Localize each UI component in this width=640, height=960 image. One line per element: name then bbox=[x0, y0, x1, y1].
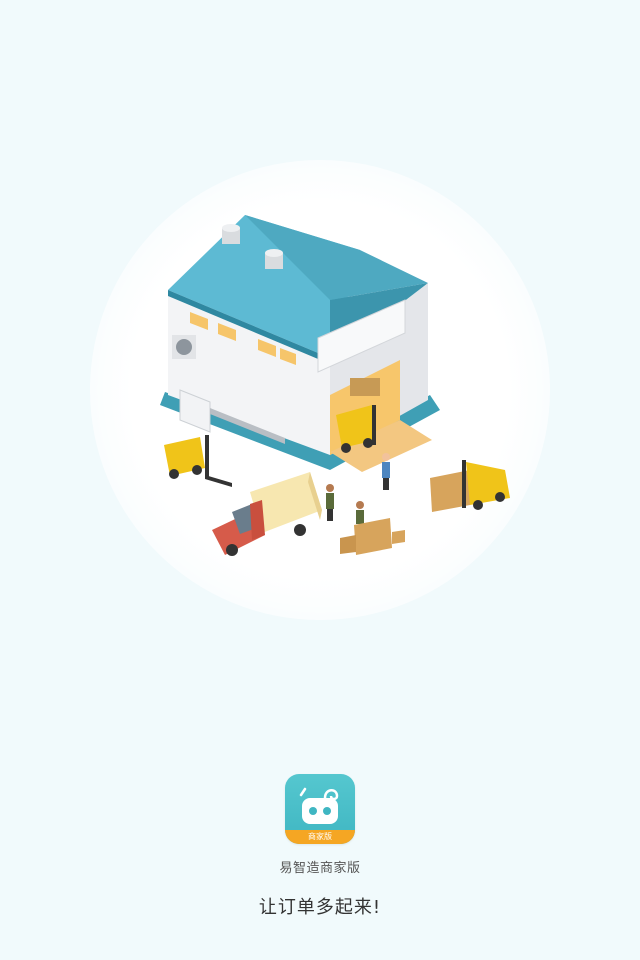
fan-icon bbox=[176, 339, 192, 355]
roof-vent-top bbox=[222, 224, 240, 232]
worker bbox=[382, 453, 390, 490]
app-icon: 商家版 bbox=[285, 774, 355, 844]
stacked-pallet bbox=[350, 378, 380, 396]
worker bbox=[326, 484, 334, 521]
roof-vent-top bbox=[265, 249, 283, 257]
app-name: 易智造商家版 bbox=[279, 861, 361, 876]
forklift bbox=[164, 435, 232, 487]
worker bbox=[356, 501, 364, 524]
forklift bbox=[430, 460, 510, 512]
app-badge: 商家版 bbox=[285, 830, 355, 844]
cardboard-boxes bbox=[340, 518, 405, 555]
slogan: 让订单多起来! bbox=[258, 897, 382, 918]
